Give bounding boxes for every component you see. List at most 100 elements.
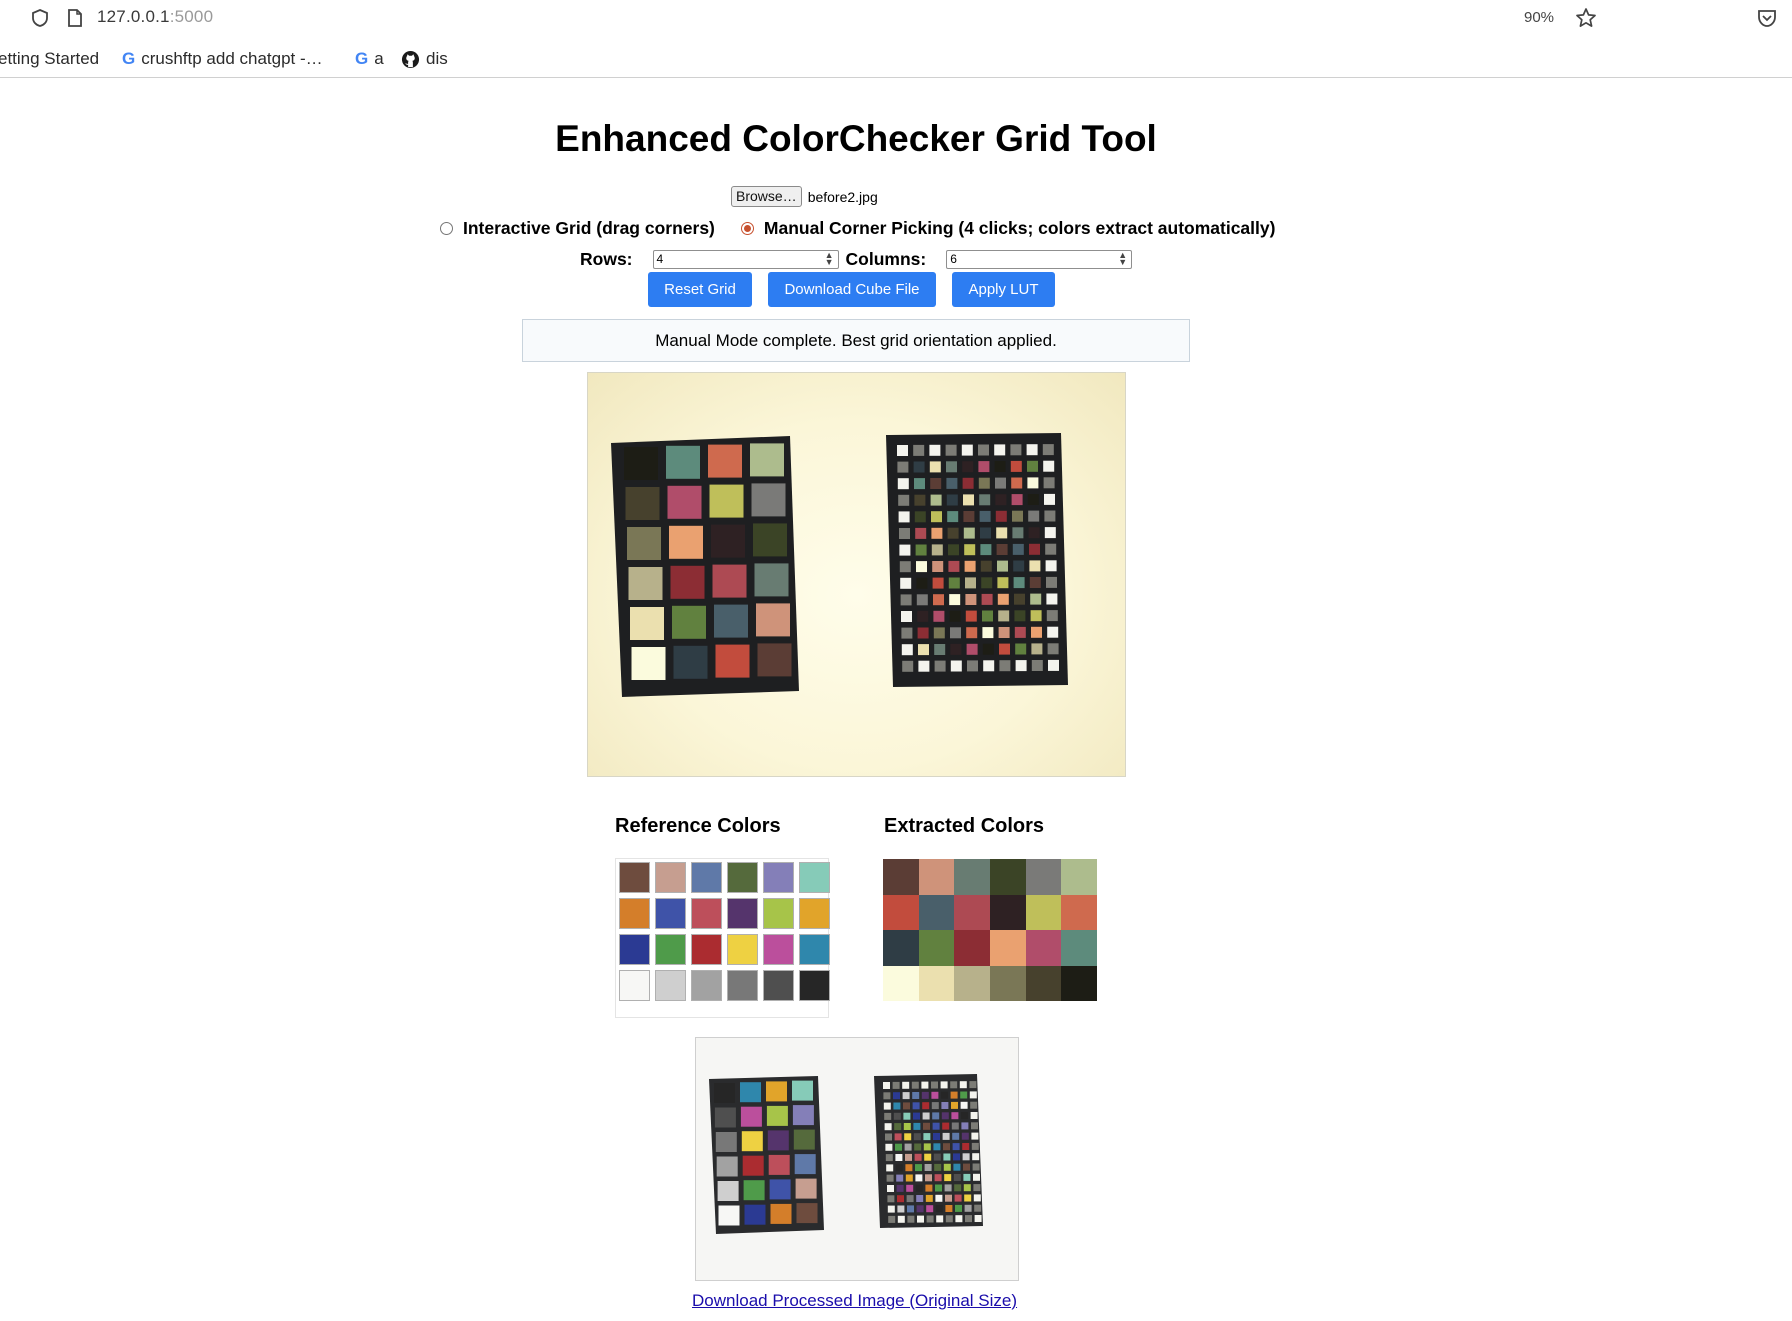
radio-interactive-grid[interactable] bbox=[440, 222, 453, 235]
sg-patch bbox=[1014, 610, 1026, 622]
sg-patch bbox=[934, 644, 946, 655]
processed-sg-patch bbox=[913, 1133, 921, 1141]
processed-sg-patch bbox=[944, 1184, 952, 1192]
rows-input[interactable]: 4 ▲ ▼ bbox=[652, 250, 839, 269]
download-cube-button[interactable]: Download Cube File bbox=[768, 272, 936, 307]
processed-image-preview bbox=[695, 1037, 1019, 1281]
processed-sg-patch bbox=[972, 1163, 980, 1171]
sg-patch bbox=[963, 494, 974, 506]
star-bookmark-icon[interactable] bbox=[1574, 6, 1598, 30]
sg-patch bbox=[1029, 560, 1041, 572]
shield-icon[interactable] bbox=[30, 8, 50, 28]
reference-swatch bbox=[655, 862, 686, 893]
processed-sg-patch bbox=[971, 1142, 979, 1150]
extracted-swatch bbox=[918, 859, 955, 895]
processed-sg-patch bbox=[915, 1164, 922, 1172]
bookmark-a[interactable]: Ga bbox=[355, 49, 384, 69]
github-icon bbox=[401, 50, 420, 68]
sg-patch bbox=[995, 477, 1006, 489]
sg-patch bbox=[930, 478, 942, 489]
reference-swatch bbox=[619, 970, 650, 1001]
spinner-icon[interactable]: ▲ ▼ bbox=[1118, 251, 1127, 267]
reset-grid-button[interactable]: Reset Grid bbox=[648, 272, 752, 307]
mode-option-interactive[interactable]: Interactive Grid (drag corners) bbox=[440, 218, 715, 239]
processed-sg-patch bbox=[960, 1101, 968, 1109]
zoom-level[interactable]: 90% bbox=[1524, 9, 1554, 26]
browse-button[interactable]: Browse… bbox=[731, 186, 802, 207]
processed-sg-patch bbox=[887, 1195, 895, 1203]
processed-sg-patch bbox=[963, 1173, 971, 1181]
sg-patch bbox=[963, 511, 975, 522]
classic-patch bbox=[670, 565, 705, 599]
sg-patch bbox=[997, 593, 1009, 605]
processed-sg-patch bbox=[935, 1205, 943, 1213]
processed-sg-patch bbox=[954, 1194, 962, 1202]
download-processed-image-link[interactable]: Download Processed Image (Original Size) bbox=[692, 1291, 1017, 1311]
processed-sg-patch bbox=[945, 1194, 952, 1202]
processed-sg-patch bbox=[922, 1102, 930, 1110]
sg-patch bbox=[1045, 543, 1057, 555]
processed-sg-patch bbox=[933, 1143, 941, 1151]
processed-classic-patch bbox=[714, 1107, 736, 1128]
processed-sg-patch bbox=[883, 1102, 891, 1110]
extracted-swatch bbox=[1061, 965, 1097, 1001]
rows-value: 4 bbox=[656, 252, 664, 266]
processed-sg-patch bbox=[885, 1133, 892, 1141]
mode-option-manual[interactable]: Manual Corner Picking (4 clicks; colors … bbox=[740, 218, 1275, 239]
classic-patch bbox=[631, 647, 666, 680]
processed-sg-patch bbox=[950, 1081, 958, 1089]
processed-classic-patch bbox=[716, 1156, 738, 1177]
spinner-icon[interactable]: ▲ ▼ bbox=[825, 251, 834, 267]
reference-swatch bbox=[763, 862, 794, 893]
processed-sg-patch bbox=[924, 1153, 932, 1161]
sg-patch bbox=[1026, 444, 1038, 456]
processed-sg-patch bbox=[917, 1215, 924, 1223]
sg-patch bbox=[1044, 493, 1055, 505]
bookmark-getting-started[interactable]: etting Started bbox=[0, 49, 99, 69]
sg-patch bbox=[1027, 460, 1038, 472]
processed-sg-patch bbox=[924, 1164, 932, 1171]
sg-patch bbox=[948, 560, 960, 572]
google-icon: G bbox=[355, 49, 369, 68]
processed-sg-patch bbox=[969, 1091, 977, 1099]
radio-manual-corner[interactable] bbox=[740, 222, 754, 235]
extracted-swatch bbox=[989, 930, 1026, 966]
processed-sg-patch bbox=[884, 1123, 892, 1131]
sg-patch bbox=[897, 445, 908, 456]
sg-patch bbox=[1014, 626, 1026, 638]
sg-patch bbox=[899, 561, 911, 573]
processed-sg-patch bbox=[902, 1081, 910, 1089]
sg-patch bbox=[1010, 444, 1022, 456]
processed-classic-patch bbox=[741, 1131, 763, 1152]
apply-lut-button[interactable]: Apply LUT bbox=[952, 272, 1055, 307]
processed-sg-patch bbox=[894, 1123, 902, 1131]
processed-sg-patch bbox=[973, 1184, 981, 1192]
extracted-swatch bbox=[1025, 894, 1062, 930]
sg-patch bbox=[947, 511, 959, 523]
sg-patch bbox=[901, 611, 912, 622]
sg-patch bbox=[979, 510, 991, 522]
sg-patch bbox=[997, 577, 1009, 589]
processed-sg-patch bbox=[904, 1133, 912, 1141]
classic-patch bbox=[754, 563, 789, 597]
processed-sg-patch bbox=[943, 1153, 951, 1161]
bookmark-crushftp[interactable]: Gcrushftp add chatgpt -… bbox=[122, 49, 323, 69]
url-field[interactable]: 127.0.0.1:5000 bbox=[97, 7, 213, 27]
processed-sg-patch bbox=[933, 1153, 941, 1161]
sg-patch bbox=[1012, 543, 1024, 555]
source-image-canvas[interactable] bbox=[587, 372, 1126, 777]
pocket-icon[interactable] bbox=[1756, 7, 1778, 29]
bookmark-dis[interactable]: dis bbox=[401, 49, 448, 69]
sg-patch bbox=[962, 477, 974, 489]
sg-patch bbox=[1029, 543, 1040, 555]
sg-patch bbox=[899, 544, 911, 556]
processed-sg-patch bbox=[916, 1205, 924, 1213]
processed-sg-patch bbox=[941, 1112, 949, 1120]
columns-input[interactable]: 6 ▲ ▼ bbox=[946, 250, 1133, 269]
reference-swatch bbox=[691, 862, 722, 893]
sg-patch bbox=[1042, 444, 1054, 456]
processed-sg-patch bbox=[911, 1081, 919, 1089]
sg-patch bbox=[1015, 643, 1027, 655]
sg-patch bbox=[902, 660, 914, 672]
processed-sg-patch bbox=[945, 1215, 953, 1223]
